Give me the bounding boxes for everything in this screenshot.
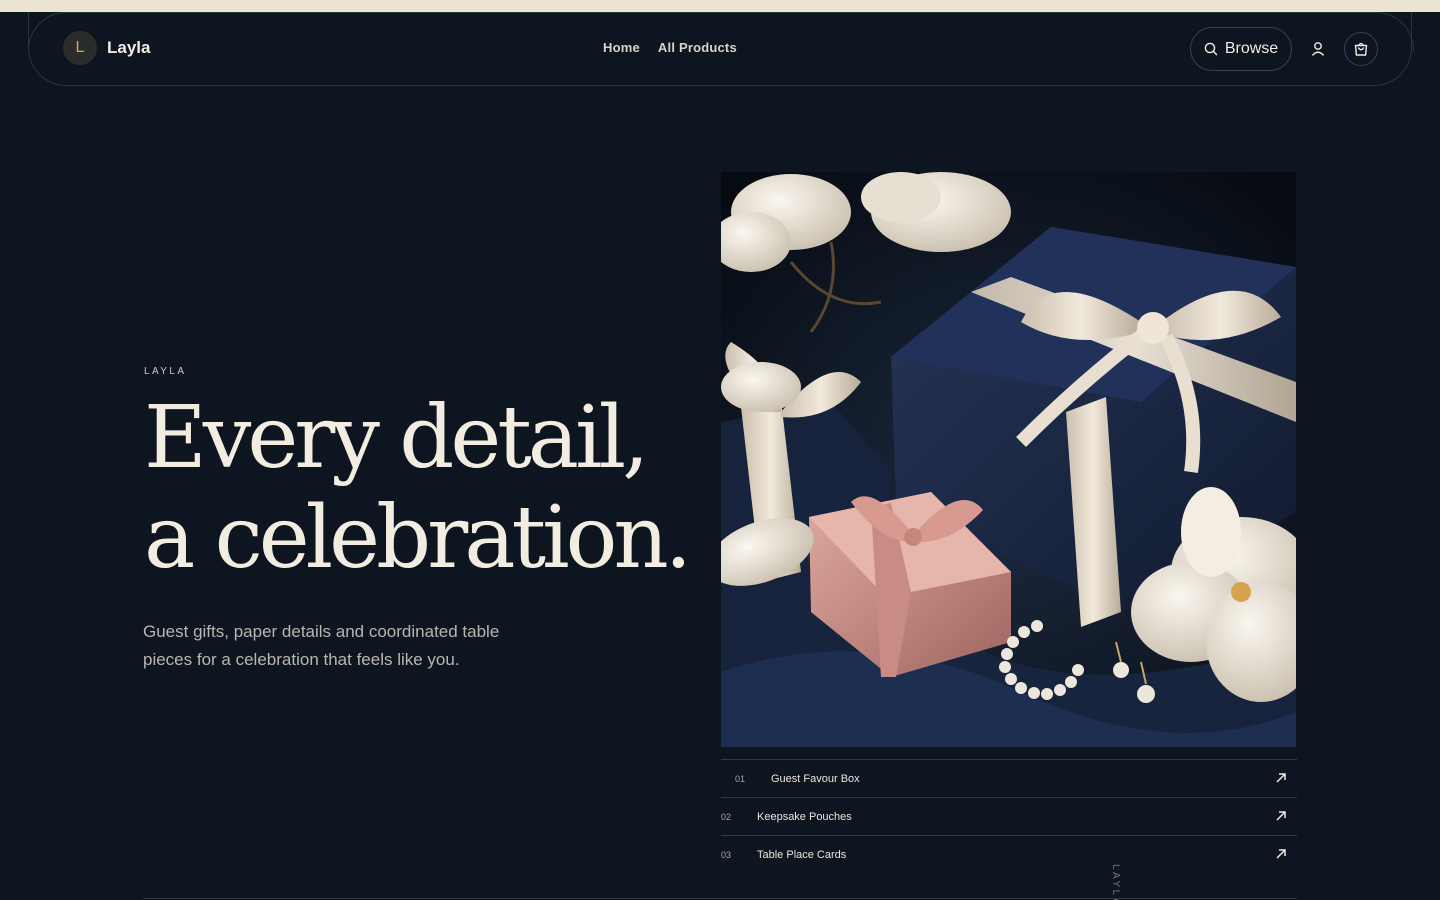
list-item-number: 02: [721, 811, 732, 822]
top-banner-strip: [0, 0, 1440, 12]
hero-eyebrow: LAYLA: [144, 366, 187, 377]
vertical-brand-label: LAYLA: [1110, 864, 1121, 900]
nav-link-home[interactable]: Home: [603, 40, 640, 55]
arrow-up-right-icon: [1276, 849, 1286, 859]
hero-headline: Every detail, a celebration.: [144, 388, 692, 588]
list-item[interactable]: 03 Table Place Cards: [721, 835, 1297, 873]
product-list: 01 Guest Favour Box 02 Keepsake Pouches …: [721, 759, 1297, 873]
brand-logo[interactable]: L Layla: [63, 31, 150, 65]
arrow-up-right-icon: [1276, 811, 1286, 821]
list-item-label: Table Place Cards: [757, 848, 847, 861]
browse-label: Browse: [1224, 40, 1279, 57]
cart-button[interactable]: [1344, 32, 1378, 66]
list-item-label: Keepsake Pouches: [757, 810, 852, 823]
headline-line-2: a celebration.: [144, 488, 692, 588]
hero-image-gift-boxes: [721, 172, 1296, 747]
list-item-number: 01: [735, 773, 746, 784]
browse-button[interactable]: Browse: [1190, 27, 1292, 71]
list-item[interactable]: 01 Guest Favour Box: [721, 759, 1297, 797]
arrow-up-right-icon: [1276, 773, 1286, 783]
list-item-label: Guest Favour Box: [771, 772, 860, 785]
list-item-number: 03: [721, 849, 732, 860]
brand-name: Layla: [107, 38, 151, 57]
hero-subcopy: Guest gifts, paper details and coordinat…: [143, 622, 500, 669]
headline-line-1: Every detail,: [144, 388, 649, 488]
nav-link-all-products[interactable]: All Products: [658, 40, 737, 55]
search-icon: [1204, 42, 1218, 56]
account-icon[interactable]: [1308, 39, 1328, 59]
brand-mark: L: [63, 31, 97, 65]
main-nav: Home All Products: [603, 40, 737, 55]
cart-icon: [1354, 42, 1368, 56]
list-item[interactable]: 02 Keepsake Pouches: [721, 797, 1297, 835]
site-header: L Layla Home All Products Browse: [28, 12, 1414, 86]
section-divider: [143, 898, 1297, 899]
